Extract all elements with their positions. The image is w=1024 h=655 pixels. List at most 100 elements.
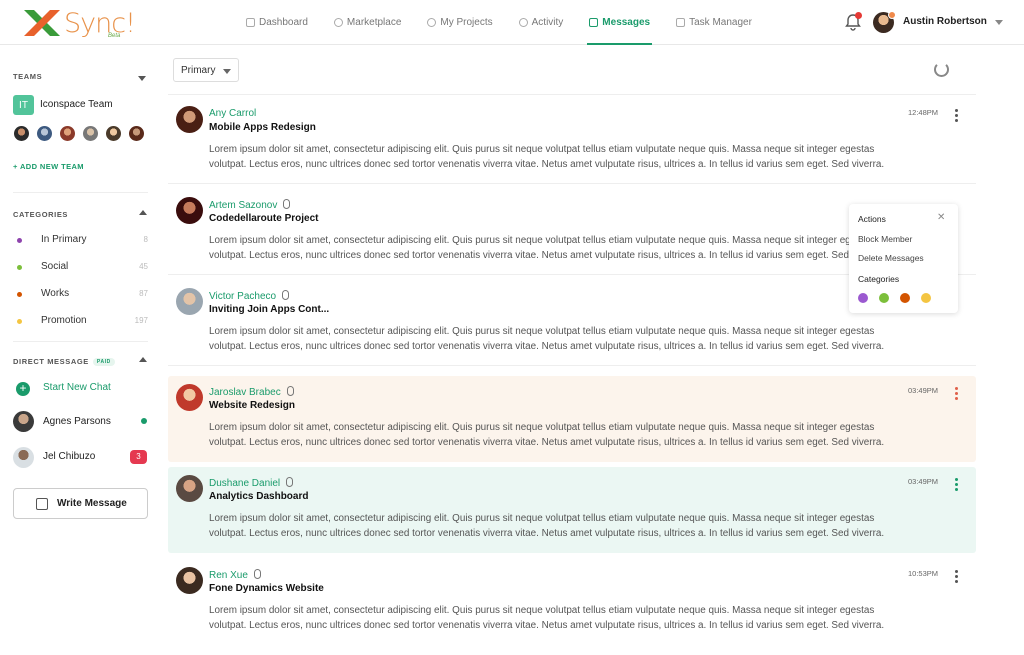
selected-filter: Primary bbox=[181, 65, 216, 76]
unread-badge: 3 bbox=[130, 450, 147, 464]
message-body: Lorem ipsum dolor sit amet, consectetur … bbox=[209, 144, 885, 170]
message-item[interactable]: Jaroslav Brabec Website Redesign Lorem i… bbox=[168, 376, 976, 462]
avatar[interactable] bbox=[128, 125, 145, 142]
category-label: Promotion bbox=[41, 315, 87, 326]
nav-my-projects[interactable]: My Projects bbox=[427, 0, 493, 45]
brand-name: Sync! bbox=[64, 8, 136, 39]
message-item[interactable]: Ren Xue Fone Dynamics Website Lorem ipsu… bbox=[168, 559, 976, 645]
category-works[interactable]: Works 87 bbox=[13, 287, 148, 301]
close-icon[interactable]: ✕ bbox=[937, 212, 945, 223]
divider bbox=[13, 341, 148, 342]
avatar[interactable] bbox=[13, 447, 34, 468]
start-new-chat-link[interactable]: Start New Chat bbox=[43, 382, 111, 393]
avatar[interactable] bbox=[13, 411, 34, 432]
brand-tag: Beta bbox=[108, 33, 121, 39]
message-subject: Codedellaroute Project bbox=[209, 213, 319, 224]
chevron-down-icon[interactable] bbox=[995, 20, 1003, 25]
category-promotion[interactable]: Promotion 197 bbox=[13, 314, 148, 328]
category-count: 45 bbox=[139, 262, 148, 271]
message-item[interactable]: Any Carrol Mobile Apps Redesign Lorem ip… bbox=[168, 98, 976, 184]
more-options-icon[interactable] bbox=[955, 387, 958, 400]
nav-messages[interactable]: Messages bbox=[587, 0, 652, 45]
avatar[interactable] bbox=[82, 125, 99, 142]
nav-label: My Projects bbox=[440, 17, 493, 28]
category-social[interactable]: Social 45 bbox=[13, 260, 148, 274]
avatar bbox=[176, 384, 203, 411]
message-sender[interactable]: Dushane Daniel bbox=[209, 477, 294, 489]
online-indicator bbox=[141, 418, 147, 424]
inbox-filter-select[interactable]: Primary bbox=[173, 58, 239, 82]
notification-dot bbox=[855, 12, 862, 19]
user-avatar[interactable] bbox=[873, 11, 896, 33]
message-subject: Fone Dynamics Website bbox=[209, 583, 324, 594]
write-message-label: Write Message bbox=[57, 498, 127, 509]
nav-dashboard[interactable]: Dashboard bbox=[246, 0, 308, 45]
divider bbox=[168, 94, 976, 95]
more-options-icon[interactable] bbox=[955, 109, 958, 122]
message-subject: Analytics Dashboard bbox=[209, 491, 309, 502]
block-member-action[interactable]: Block Member bbox=[858, 234, 912, 244]
compose-icon bbox=[36, 497, 48, 510]
more-options-icon[interactable] bbox=[955, 478, 958, 491]
avatar bbox=[176, 567, 203, 594]
team-badge[interactable]: IT bbox=[13, 95, 34, 115]
attachment-icon bbox=[253, 569, 261, 579]
message-sender[interactable]: Victor Pacheco bbox=[209, 290, 290, 302]
message-time: 03:49PM bbox=[908, 477, 939, 486]
category-dot bbox=[17, 292, 22, 297]
sender-name: Victor Pacheco bbox=[209, 291, 277, 302]
message-body: Lorem ipsum dolor sit amet, consectetur … bbox=[209, 326, 885, 352]
message-sender[interactable]: Ren Xue bbox=[209, 569, 261, 581]
nav-activity[interactable]: Activity bbox=[518, 0, 563, 45]
grid-icon bbox=[246, 18, 255, 27]
category-label: In Primary bbox=[41, 234, 87, 245]
avatar[interactable] bbox=[105, 125, 122, 142]
category-label: Social bbox=[41, 261, 69, 272]
team-name[interactable]: Iconspace Team bbox=[40, 99, 113, 110]
message-sender[interactable]: Jaroslav Brabec bbox=[209, 386, 294, 398]
avatar[interactable] bbox=[13, 125, 30, 142]
write-message-button[interactable]: Write Message bbox=[13, 488, 148, 519]
refresh-icon[interactable] bbox=[934, 62, 949, 77]
plus-icon[interactable]: + bbox=[16, 382, 30, 396]
user-name[interactable]: Austin Robertson bbox=[903, 16, 987, 27]
message-item[interactable]: Dushane Daniel Analytics Dashboard Lorem… bbox=[168, 467, 976, 553]
top-bar: Sync! Beta Dashboard Marketplace My Proj… bbox=[0, 0, 1024, 45]
sender-name: Artem Sazonov bbox=[209, 200, 278, 211]
nav-label: Messages bbox=[602, 17, 651, 28]
message-sender[interactable]: Artem Sazonov bbox=[209, 199, 291, 211]
category-in-primary[interactable]: In Primary 8 bbox=[13, 233, 148, 247]
category-count: 197 bbox=[134, 316, 148, 325]
chevron-up-icon[interactable] bbox=[139, 357, 147, 362]
direct-message-title: DIRECT MESSAGE PAID bbox=[13, 357, 115, 367]
sender-name: Ren Xue bbox=[209, 570, 248, 581]
direct-message-label: DIRECT MESSAGE bbox=[13, 357, 89, 366]
categories-title: CATEGORIES bbox=[13, 210, 69, 219]
nav-task-manager[interactable]: Task Manager bbox=[676, 0, 752, 45]
avatar[interactable] bbox=[36, 125, 53, 142]
add-new-team-link[interactable]: + ADD NEW TEAM bbox=[13, 162, 84, 171]
chevron-down-icon[interactable] bbox=[138, 76, 146, 81]
logo-x-icon bbox=[24, 10, 60, 36]
popup-title: Actions bbox=[858, 214, 886, 224]
category-color-orange[interactable] bbox=[900, 293, 910, 303]
category-color-green[interactable] bbox=[879, 293, 889, 303]
message-time: 03:49PM bbox=[908, 386, 939, 395]
message-sender[interactable]: Any Carrol bbox=[209, 108, 256, 119]
message-list-panel: Primary Any Carrol Mobile Apps Redesign … bbox=[160, 46, 1024, 655]
more-options-icon[interactable] bbox=[955, 570, 958, 583]
app-logo[interactable]: Sync! Beta bbox=[22, 8, 137, 40]
avatar bbox=[176, 106, 203, 133]
category-color-yellow[interactable] bbox=[921, 293, 931, 303]
delete-messages-action[interactable]: Delete Messages bbox=[858, 253, 924, 263]
chevron-up-icon[interactable] bbox=[139, 210, 147, 215]
status-badge bbox=[888, 11, 896, 19]
dm-name[interactable]: Jel Chibuzo bbox=[43, 451, 95, 462]
team-members bbox=[13, 125, 151, 142]
category-color-purple[interactable] bbox=[858, 293, 868, 303]
nav-marketplace[interactable]: Marketplace bbox=[333, 0, 401, 45]
dm-name[interactable]: Agnes Parsons bbox=[43, 416, 111, 427]
avatar[interactable] bbox=[59, 125, 76, 142]
notifications-button[interactable] bbox=[845, 12, 862, 31]
check-circle-icon bbox=[427, 18, 437, 27]
